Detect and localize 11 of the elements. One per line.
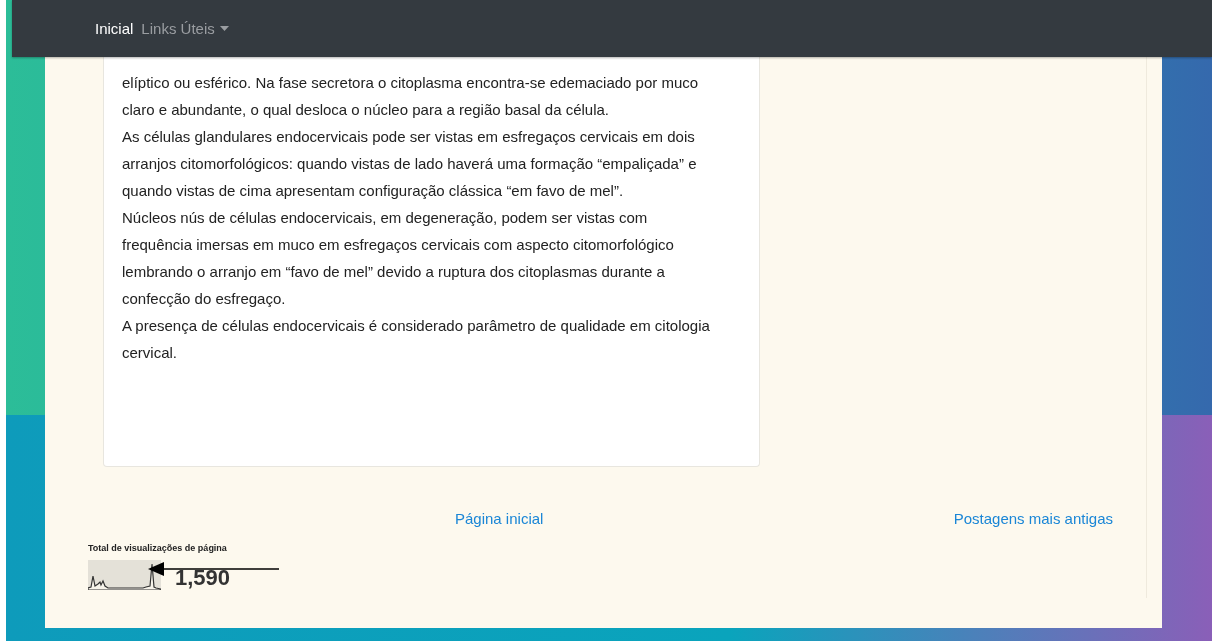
paragraph: Núcleos nús de células endocervicais, em degeneração, podem ser vistas com frequência imersas em muco em esfregaços cervicais com aspecto citomorfológico lembrando o arranjo em “favo de mel” devido a ruptura dos citoplasmas durante a confecção do esfregaço. [122, 208, 675, 309]
older-posts-link[interactable]: Postagens mais antigas [953, 510, 1113, 527]
nav-link[interactable]: Inicial [95, 16, 134, 41]
paragraph: As células glandulares endocervicais pode ser vistas em esfregaços cervicais em dois arranjos citomorfológicos: quando vistas de lado haverá uma formação “empaliçada” e quando vistas de cima apresentam configuração clássica “em favo de mel”. [122, 127, 698, 201]
paragraph: A presença de células endocervicais é considerado parâmetro de qualidade em citologia cervical. [122, 316, 711, 363]
caret-icon [219, 26, 229, 31]
dropdown-link[interactable]: Links Úteis [141, 16, 229, 41]
view-count: 1,590 [175, 566, 231, 590]
paragraph: elíptico ou esférico. Na fase secretora o citoplasma encontra-se edemaciado por muco claro e abundante, o qual desloca o núcleo para a região basal da célula. [122, 73, 700, 120]
home-link[interactable]: Página inicial [455, 510, 544, 527]
widget-title: Total de visualizações de página [88, 543, 228, 553]
